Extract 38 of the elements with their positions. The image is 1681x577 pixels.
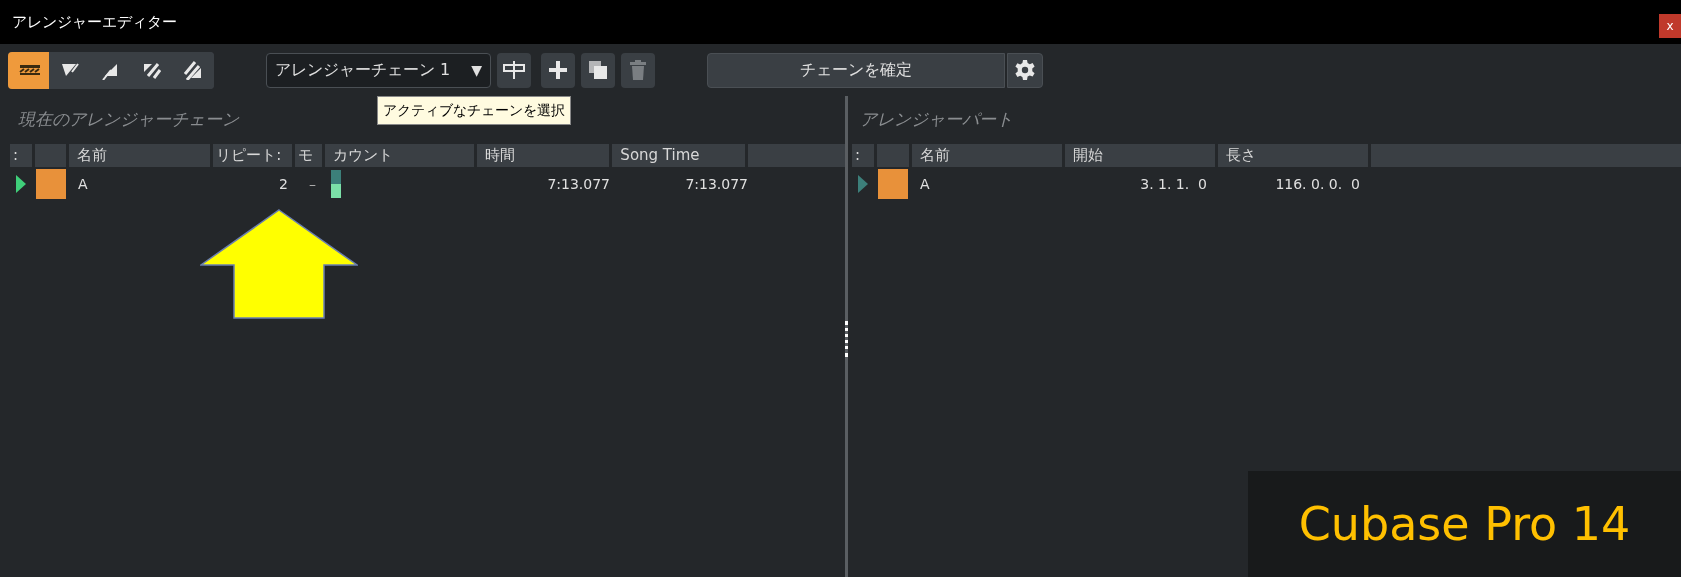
column-header[interactable]: リピート: xyxy=(213,144,292,167)
window-title: アレンジャーエディター xyxy=(12,11,177,33)
trash-icon xyxy=(629,60,647,80)
table-cell-text: 116. 0. 0. 0 xyxy=(1274,174,1361,194)
toolbar-button[interactable] xyxy=(581,52,615,88)
column-header[interactable]: 名前 xyxy=(69,144,211,167)
copy-icon xyxy=(588,60,608,80)
caption-text: Cubase Pro 14 xyxy=(1298,495,1631,553)
column-header[interactable]: モ xyxy=(294,144,322,167)
splitter-handle[interactable] xyxy=(845,321,848,357)
column-header[interactable]: Song Time xyxy=(612,144,746,167)
toolbar-button[interactable] xyxy=(541,52,575,88)
table-cell-text: 7:13.077 xyxy=(546,174,611,194)
settings-icon xyxy=(1015,60,1035,80)
split-icon xyxy=(503,60,525,80)
toolbar-button[interactable] xyxy=(497,52,531,88)
close-button[interactable]: x xyxy=(1659,14,1681,38)
tooltip: アクティブなチェーンを選択 xyxy=(377,96,571,125)
plus-icon xyxy=(548,60,568,80)
table-cell-text: 3. 1. 1. 0 xyxy=(1139,174,1208,194)
column-header[interactable]: 長さ xyxy=(1218,144,1368,167)
column-header[interactable]: 時間 xyxy=(477,144,610,167)
column-header[interactable]: カウント xyxy=(324,144,475,167)
settings-button[interactable] xyxy=(1007,52,1043,88)
chain-dropdown[interactable]: アレンジャーチェーン 1 ▼ xyxy=(266,52,491,88)
table-cell-text: – xyxy=(308,174,317,194)
table-cell-text: 7:13.077 xyxy=(684,174,749,194)
section-title: アレンジャーパート xyxy=(860,108,1013,132)
table-cell-text: A xyxy=(919,174,931,194)
mode-button[interactable] xyxy=(8,51,50,89)
column-header[interactable]: : xyxy=(852,144,874,167)
column-header[interactable]: : xyxy=(10,144,32,167)
column-header[interactable]: 名前 xyxy=(912,144,1062,167)
column-header[interactable]: 開始 xyxy=(1065,144,1215,167)
table-cell-text: A xyxy=(77,174,89,194)
table-cell-text: 2 xyxy=(278,174,289,194)
confirm-chain-button[interactable]: チェーンを確定 xyxy=(707,52,1005,88)
section-title: 現在のアレンジャーチェーン xyxy=(18,108,239,132)
